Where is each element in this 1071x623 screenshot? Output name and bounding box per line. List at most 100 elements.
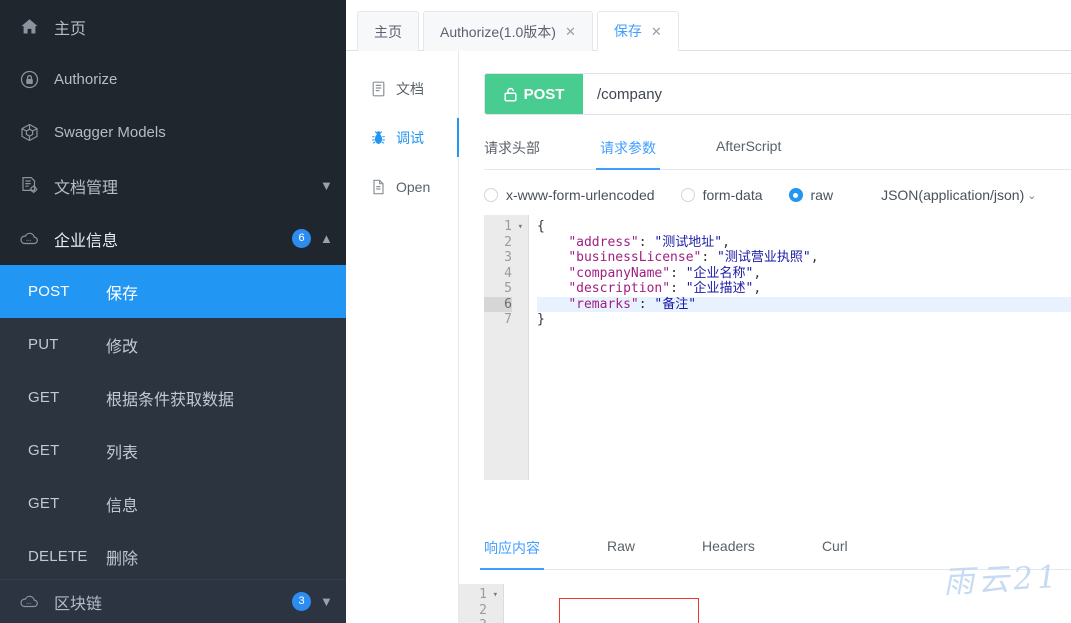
body-type-radio-0[interactable]: x-www-form-urlencoded bbox=[484, 187, 655, 203]
response-tab-1[interactable]: Raw bbox=[607, 538, 635, 569]
submenu-item-post-0[interactable]: POST 保存 bbox=[0, 265, 346, 318]
close-icon[interactable]: ✕ bbox=[651, 25, 662, 38]
http-method-label: POST bbox=[523, 85, 565, 103]
submenu-label: 根据条件获取数据 bbox=[106, 391, 235, 409]
response-tab-0[interactable]: 响应内容 bbox=[480, 538, 544, 570]
request-panel: POST 请求头部 请求参数 AfterScript x-www-form-urle… bbox=[459, 51, 1071, 623]
response-tab-2[interactable]: Headers bbox=[702, 538, 755, 569]
response-tab-3[interactable]: Curl bbox=[822, 538, 848, 569]
tab-label: 保存 bbox=[613, 23, 642, 39]
sidebar-item-4[interactable]: 企业信息 6 ▲ bbox=[0, 212, 346, 265]
lock-icon bbox=[18, 69, 40, 91]
response-code-line-number: 3 bbox=[459, 618, 487, 623]
cloud-icon bbox=[18, 591, 40, 613]
request-code-line-number: 7 bbox=[504, 312, 512, 327]
request-code-token: { bbox=[537, 219, 545, 234]
doc-gear-icon bbox=[18, 175, 40, 197]
sidebar-item-2[interactable]: Swagger Models bbox=[0, 106, 346, 159]
sidebar-item-blockchain[interactable]: 区块链 3 ▼ bbox=[0, 580, 346, 623]
request-code-line: "description": "企业描述", bbox=[537, 281, 1071, 297]
close-icon[interactable]: ✕ bbox=[565, 25, 576, 38]
tab-0[interactable]: 主页 bbox=[357, 11, 419, 51]
submenu-method: DELETE bbox=[28, 548, 88, 565]
request-code-line-number: 4 bbox=[504, 265, 512, 281]
fold-toggle-icon[interactable]: ▾ bbox=[493, 588, 498, 604]
annotation-rectangle bbox=[559, 598, 699, 623]
request-tab-1[interactable]: 请求参数 bbox=[596, 138, 660, 170]
submenu-label: 列表 bbox=[106, 444, 139, 462]
submenu-item-delete-5[interactable]: DELETE 删除 bbox=[0, 530, 346, 583]
http-method-badge[interactable]: POST bbox=[485, 74, 583, 114]
request-tab-2[interactable]: AfterScript bbox=[716, 138, 781, 169]
request-code-line-number: 3 bbox=[504, 250, 512, 265]
request-code-token: , bbox=[810, 250, 819, 265]
body-type-label: form-data bbox=[702, 187, 763, 203]
radio-dot bbox=[484, 188, 498, 202]
response-code-line-number: 2 bbox=[479, 602, 487, 618]
submenu-label: 信息 bbox=[106, 497, 139, 515]
request-code-token: : bbox=[638, 296, 655, 312]
submenu-item-get-3[interactable]: GET 列表 bbox=[0, 424, 346, 477]
submenu-method: PUT bbox=[28, 336, 59, 353]
chevron-down-icon[interactable]: ▼ bbox=[320, 594, 333, 609]
cloud-icon bbox=[18, 228, 40, 250]
panel-nav-1[interactable]: 调试 bbox=[346, 113, 459, 162]
tab-label: 主页 bbox=[374, 23, 402, 40]
chevron-down-icon: ⌄ bbox=[1027, 189, 1037, 202]
sidebar-item-label: 企业信息 bbox=[54, 232, 119, 250]
request-tab-0[interactable]: 请求头部 bbox=[484, 138, 540, 169]
submenu-item-put-1[interactable]: PUT 修改 bbox=[0, 318, 346, 371]
bug-icon bbox=[370, 129, 387, 146]
url-input[interactable] bbox=[583, 74, 1071, 114]
panel-nav-0[interactable]: 文档 bbox=[346, 64, 458, 113]
sidebar-item-label: 区块链 bbox=[54, 595, 103, 613]
request-code-token: "businessLicense" bbox=[568, 250, 702, 265]
request-code-token: : bbox=[670, 265, 686, 281]
submenu-item-get-2[interactable]: GET 根据条件获取数据 bbox=[0, 371, 346, 424]
content-type-select[interactable]: JSON(application/json) ⌄ bbox=[881, 187, 1036, 203]
request-editor-code[interactable]: { "address": "测试地址", "businessLicense": … bbox=[529, 215, 1071, 480]
body-type-radio-1[interactable]: form-data bbox=[680, 187, 763, 203]
request-code-line-number: 1 ▾ bbox=[504, 219, 523, 234]
radio-dot bbox=[680, 188, 695, 202]
fold-toggle-icon[interactable]: ▾ bbox=[518, 220, 523, 236]
request-code-token: "companyName" bbox=[568, 265, 671, 281]
sidebar-item-3[interactable]: 文档管理 ▼ bbox=[0, 159, 346, 212]
sidebar-item-label: Swagger Models bbox=[54, 124, 166, 141]
sidebar: 主页 Authorize Swagger Models 文档管理 ▼ 企业信息 6 ▲ POS… bbox=[0, 0, 346, 623]
submenu-label: 删除 bbox=[106, 550, 139, 568]
response-editor-code: { "code": 0, "msg": "success", "data": n… bbox=[504, 584, 1071, 623]
file-icon bbox=[370, 178, 387, 195]
sidebar-item-1[interactable]: Authorize bbox=[0, 53, 346, 106]
request-code-line: "businessLicense": "测试营业执照", bbox=[537, 250, 1071, 266]
request-editor-gutter: 1 ▾ 2 3 4 5 6 7 bbox=[484, 215, 529, 480]
chevron-up-icon[interactable]: ▲ bbox=[320, 231, 333, 246]
request-code-token: "测试地址" bbox=[654, 234, 723, 250]
body-type-radio-2[interactable]: raw bbox=[788, 187, 834, 203]
chevron-down-icon[interactable]: ▼ bbox=[320, 178, 333, 193]
request-code-token: , bbox=[722, 234, 730, 250]
body-type-options: x-www-form-urlencoded form-data raw bbox=[484, 187, 859, 203]
request-code-line-number: 5 bbox=[504, 281, 512, 296]
submenu-method: GET bbox=[28, 442, 60, 459]
request-code-token bbox=[537, 250, 568, 265]
content-type-label: JSON(application/json) bbox=[881, 187, 1025, 203]
request-code-token: "企业名称" bbox=[685, 265, 754, 281]
request-body-editor[interactable]: 1 ▾ 2 3 4 5 6 7 { "address": "测试地址", "businessL… bbox=[484, 215, 1071, 480]
doc-icon bbox=[370, 80, 387, 97]
sidebar-item-0[interactable]: 主页 bbox=[0, 0, 346, 53]
panel-nav-2[interactable]: Open bbox=[346, 162, 458, 211]
tab-1[interactable]: Authorize(1.0版本) ✕ bbox=[423, 11, 593, 51]
body-wrapper: 文档 调试 Open POST /company 请求头部 请求参数 After… bbox=[346, 51, 1071, 623]
tab-2[interactable]: 保存 ✕ bbox=[596, 11, 679, 51]
request-code-token bbox=[537, 235, 568, 250]
response-body-editor[interactable]: 1▾2345 { "code": 0, "msg": "success", "d… bbox=[459, 584, 1071, 623]
body-type-label: raw bbox=[810, 187, 834, 203]
request-code-token: "测试营业执照" bbox=[717, 250, 811, 265]
submenu-item-get-4[interactable]: GET 信息 bbox=[0, 477, 346, 530]
request-code-line-number: 6 bbox=[484, 296, 512, 312]
unlock-icon bbox=[504, 87, 517, 102]
request-code-token: , bbox=[753, 281, 762, 296]
request-code-token: , bbox=[753, 265, 762, 281]
tab-label: Authorize(1.0版本) bbox=[440, 23, 556, 40]
